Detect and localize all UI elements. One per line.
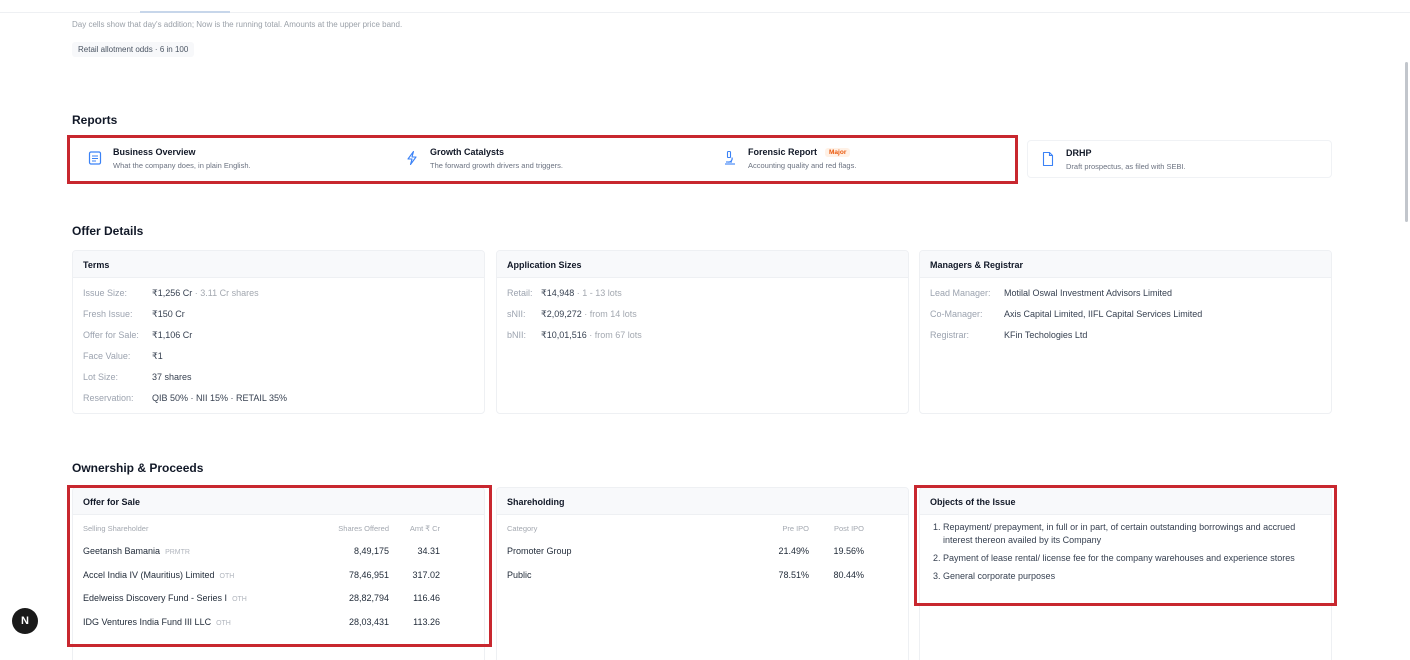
- manager-key: Lead Manager:: [930, 288, 991, 298]
- scrollbar-thumb[interactable]: [1405, 62, 1408, 222]
- allotment-odds-chip: Retail allotment odds · 6 in 100: [72, 42, 195, 57]
- highlight-box-offer-for-sale: [67, 485, 492, 647]
- terms-key: Reservation:: [83, 393, 134, 403]
- next-logo-button[interactable]: N: [12, 608, 38, 634]
- app-size-value: ₹10,01,516: [541, 330, 587, 340]
- file-icon: [1040, 151, 1056, 167]
- top-tab-bar: [0, 0, 1410, 13]
- offer-details-section-title: Offer Details: [72, 224, 144, 238]
- managers-registrar-panel: Managers & Registrar Lead Manager: Motila…: [919, 250, 1332, 414]
- application-sizes-panel-title: Application Sizes: [497, 251, 908, 278]
- terms-value: ₹150 Cr: [152, 309, 185, 319]
- app-size-key: Retail:: [507, 288, 533, 298]
- terms-key: Fresh Issue:: [83, 309, 133, 319]
- terms-row: Face Value: ₹1: [83, 351, 163, 362]
- app-size-sub: · from 14 lots: [581, 309, 637, 319]
- manager-value: Motilal Oswal Investment Advisors Limite…: [1004, 288, 1173, 298]
- terms-panel-title: Terms: [73, 251, 484, 278]
- app-size-key: bNII:: [507, 330, 527, 340]
- terms-value: ₹1,106 Cr: [152, 330, 193, 340]
- shareholding-post: 19.56%: [833, 546, 864, 556]
- highlight-box-objects: [914, 485, 1337, 606]
- manager-value: KFin Techologies Ltd: [1004, 330, 1088, 340]
- terms-value: ₹1,256 Cr: [152, 288, 193, 298]
- managers-panel-title: Managers & Registrar: [920, 251, 1331, 278]
- application-sizes-panel: Application Sizes Retail: ₹14,948 · 1 - 1…: [496, 250, 909, 414]
- highlight-box-reports: [67, 135, 1018, 184]
- gmp-note: Day cells show that day's addition; Now …: [72, 20, 403, 29]
- manager-key: Co-Manager:: [930, 309, 983, 319]
- manager-key: Registrar:: [930, 330, 970, 340]
- terms-row: Fresh Issue: ₹150 Cr: [83, 309, 185, 320]
- ownership-section-title: Ownership & Proceeds: [72, 461, 204, 475]
- shareholding-pre: 21.49%: [778, 546, 809, 556]
- terms-key: Face Value:: [83, 351, 131, 361]
- report-title: DRHP: [1066, 148, 1092, 158]
- app-size-row: Retail: ₹14,948 · 1 - 13 lots: [507, 288, 622, 299]
- shareholding-header-category: Category: [507, 524, 538, 533]
- manager-row: Registrar: KFin Techologies Ltd: [930, 330, 1087, 340]
- terms-value: 37 shares: [152, 372, 192, 382]
- report-desc: Draft prospectus, as filed with SEBI.: [1066, 162, 1186, 171]
- shareholding-category: Public: [507, 570, 532, 580]
- terms-sub: · 3.11 Cr shares: [192, 288, 259, 298]
- terms-row: Offer for Sale: ₹1,106 Cr: [83, 330, 192, 341]
- manager-row: Lead Manager: Motilal Oswal Investment Ad…: [930, 288, 1172, 298]
- shareholding-header-post: Post IPO: [833, 524, 864, 533]
- report-card-drhp[interactable]: DRHP Draft prospectus, as filed with SEB…: [1027, 140, 1332, 178]
- shareholding-post: 80.44%: [833, 570, 864, 580]
- shareholding-panel-title: Shareholding: [497, 488, 908, 515]
- reports-section-title: Reports: [72, 113, 118, 127]
- terms-key: Lot Size:: [83, 372, 119, 382]
- terms-value: QIB 50% · NII 15% · RETAIL 35%: [152, 393, 288, 403]
- shareholding-header-pre: Pre IPO: [782, 524, 809, 533]
- active-tab-indicator: [140, 11, 230, 13]
- terms-row: Reservation: QIB 50% · NII 15% · RETAIL 3…: [83, 393, 287, 403]
- terms-row: Lot Size: 37 shares: [83, 372, 192, 382]
- terms-key: Offer for Sale:: [83, 330, 139, 340]
- terms-value: ₹1: [152, 351, 163, 361]
- app-size-row: sNII: ₹2,09,272 · from 14 lots: [507, 309, 637, 320]
- app-size-row: bNII: ₹10,01,516 · from 67 lots: [507, 330, 642, 341]
- terms-panel: Terms Issue Size: ₹1,256 Cr · 3.11 Cr sha…: [72, 250, 485, 414]
- terms-row: Issue Size: ₹1,256 Cr · 3.11 Cr shares: [83, 288, 259, 299]
- terms-key: Issue Size:: [83, 288, 128, 298]
- shareholding-pre: 78.51%: [778, 570, 809, 580]
- app-size-value: ₹14,948: [541, 288, 575, 298]
- app-size-key: sNII:: [507, 309, 526, 319]
- manager-value: Axis Capital Limited, IIFL Capital Servi…: [1004, 309, 1203, 319]
- shareholding-category: Promoter Group: [507, 546, 572, 556]
- app-size-sub: · from 67 lots: [586, 330, 642, 340]
- manager-row: Co-Manager: Axis Capital Limited, IIFL Ca…: [930, 309, 1202, 319]
- app-size-sub: · 1 - 13 lots: [574, 288, 622, 298]
- app-size-value: ₹2,09,272: [541, 309, 582, 319]
